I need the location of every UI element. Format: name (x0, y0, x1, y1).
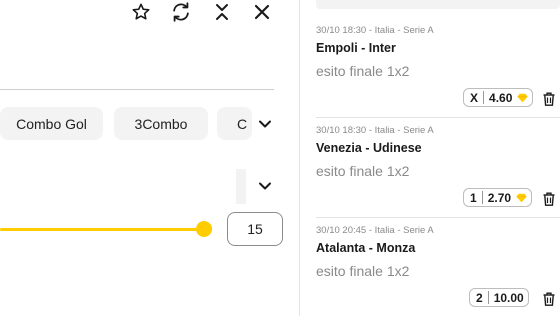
slider-thumb[interactable] (196, 221, 212, 237)
bet-meta: 30/10 20:45 - Italia - Serie A (316, 225, 434, 236)
bet-market: esito finale 1x2 (316, 163, 410, 179)
bet-match: Venezia - Udinese (316, 141, 422, 155)
chip-combo-gol[interactable]: Combo Gol (0, 107, 103, 140)
slider-value-input[interactable]: 15 (227, 212, 283, 246)
star-icon[interactable] (127, 0, 155, 24)
bet-market: esito finale 1x2 (316, 263, 410, 279)
bet-item: 30/10 18:30 - Italia - Serie A Empoli - … (300, 0, 560, 107)
bet-match: Atalanta - Monza (316, 241, 416, 255)
chips-expand-chevron-icon[interactable] (253, 112, 277, 136)
chip-c[interactable]: C (217, 107, 252, 140)
bet-meta: 30/10 18:30 - Italia - Serie A (316, 25, 434, 36)
odds-selection: 2 (476, 290, 483, 305)
odds-value: 10.00 (493, 290, 524, 305)
chip-label: Combo Gol (16, 115, 87, 132)
section-divider (0, 89, 274, 90)
close-icon[interactable] (248, 0, 276, 24)
bet-market: esito finale 1x2 (316, 63, 410, 79)
chip-3combo[interactable]: 3Combo (114, 107, 208, 140)
chip-label: 3Combo (134, 115, 188, 132)
trash-icon[interactable] (542, 291, 556, 307)
bet-item: 30/10 18:30 - Italia - Serie A Venezia -… (300, 100, 560, 207)
chip-label: C (237, 115, 248, 132)
refresh-icon[interactable] (167, 0, 195, 24)
dropdown-select[interactable] (236, 169, 246, 204)
dropdown-chevron-icon[interactable] (253, 174, 277, 198)
bet-slip-panel: 30/10 18:30 - Italia - Serie A Empoli - … (300, 0, 560, 316)
bet-item: 30/10 20:45 - Italia - Serie A Atalanta … (300, 200, 560, 307)
slider-track[interactable] (0, 228, 204, 231)
odds-pill[interactable]: 2 10.00 (469, 288, 529, 307)
bet-meta: 30/10 18:30 - Italia - Serie A (316, 125, 434, 136)
collapse-icon[interactable] (208, 0, 236, 24)
bet-builder-panel: Combo Gol 3Combo C 15 (0, 0, 300, 316)
bet-match: Empoli - Inter (316, 41, 396, 55)
slider-value: 15 (247, 221, 263, 237)
